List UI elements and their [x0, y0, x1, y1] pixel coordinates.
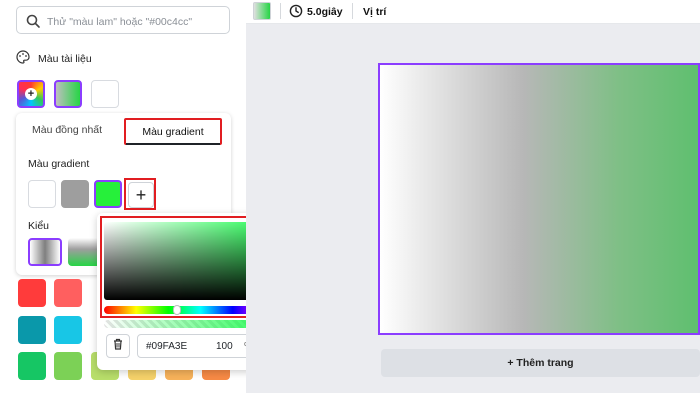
tab-solid-color[interactable]: Màu đồng nhất: [32, 124, 102, 136]
clock-icon[interactable]: [289, 4, 303, 18]
palette-swatch[interactable]: [54, 316, 82, 344]
document-colors-label: Màu tài liệu: [38, 53, 92, 65]
add-document-color-button[interactable]: +: [17, 80, 45, 108]
gradient-style-linear[interactable]: [28, 238, 62, 266]
gradient-section-label: Màu gradient: [28, 158, 90, 170]
hex-value[interactable]: #09FA3E: [146, 341, 187, 352]
add-page-button[interactable]: + Thêm trang: [381, 349, 700, 377]
palette-swatch[interactable]: [18, 279, 46, 307]
plus-icon: +: [25, 88, 37, 100]
design-page[interactable]: [378, 63, 700, 335]
hex-input[interactable]: #09FA3E 100 %: [137, 334, 263, 358]
add-gradient-stop-button[interactable]: +: [128, 182, 154, 208]
toolbar-divider: [280, 3, 281, 19]
gradient-stop-gray[interactable]: [61, 180, 89, 208]
palette-swatch[interactable]: [54, 352, 82, 380]
trash-icon: [111, 337, 125, 356]
toolbar-divider: [352, 3, 353, 19]
palette-swatch[interactable]: [18, 316, 46, 344]
palette-swatch[interactable]: [54, 279, 82, 307]
tab-gradient-color[interactable]: Màu gradient: [124, 118, 222, 145]
color-search[interactable]: [16, 6, 230, 34]
gradient-stop-white[interactable]: [28, 180, 56, 208]
delete-stop-button[interactable]: [106, 334, 130, 358]
gradient-stop-green[interactable]: [94, 180, 122, 208]
duration-button[interactable]: 5.0giây: [307, 6, 343, 18]
document-colors-header: Màu tài liệu: [16, 49, 92, 69]
tab-gradient-label: Màu gradient: [142, 125, 204, 138]
search-input[interactable]: [45, 11, 229, 33]
document-color-gradient-swatch[interactable]: [54, 80, 82, 108]
opacity-value[interactable]: 100: [216, 341, 233, 352]
background-color-button[interactable]: [253, 2, 271, 20]
search-icon: [25, 13, 41, 29]
position-button[interactable]: Vị trí: [363, 6, 386, 18]
palette-icon: [16, 49, 30, 69]
palette-swatch[interactable]: [18, 352, 46, 380]
add-gradient-stop-highlight: +: [124, 178, 156, 210]
active-tab-indicator: [126, 143, 220, 145]
style-section-label: Kiểu: [28, 220, 50, 232]
document-color-white-swatch[interactable]: [91, 80, 119, 108]
